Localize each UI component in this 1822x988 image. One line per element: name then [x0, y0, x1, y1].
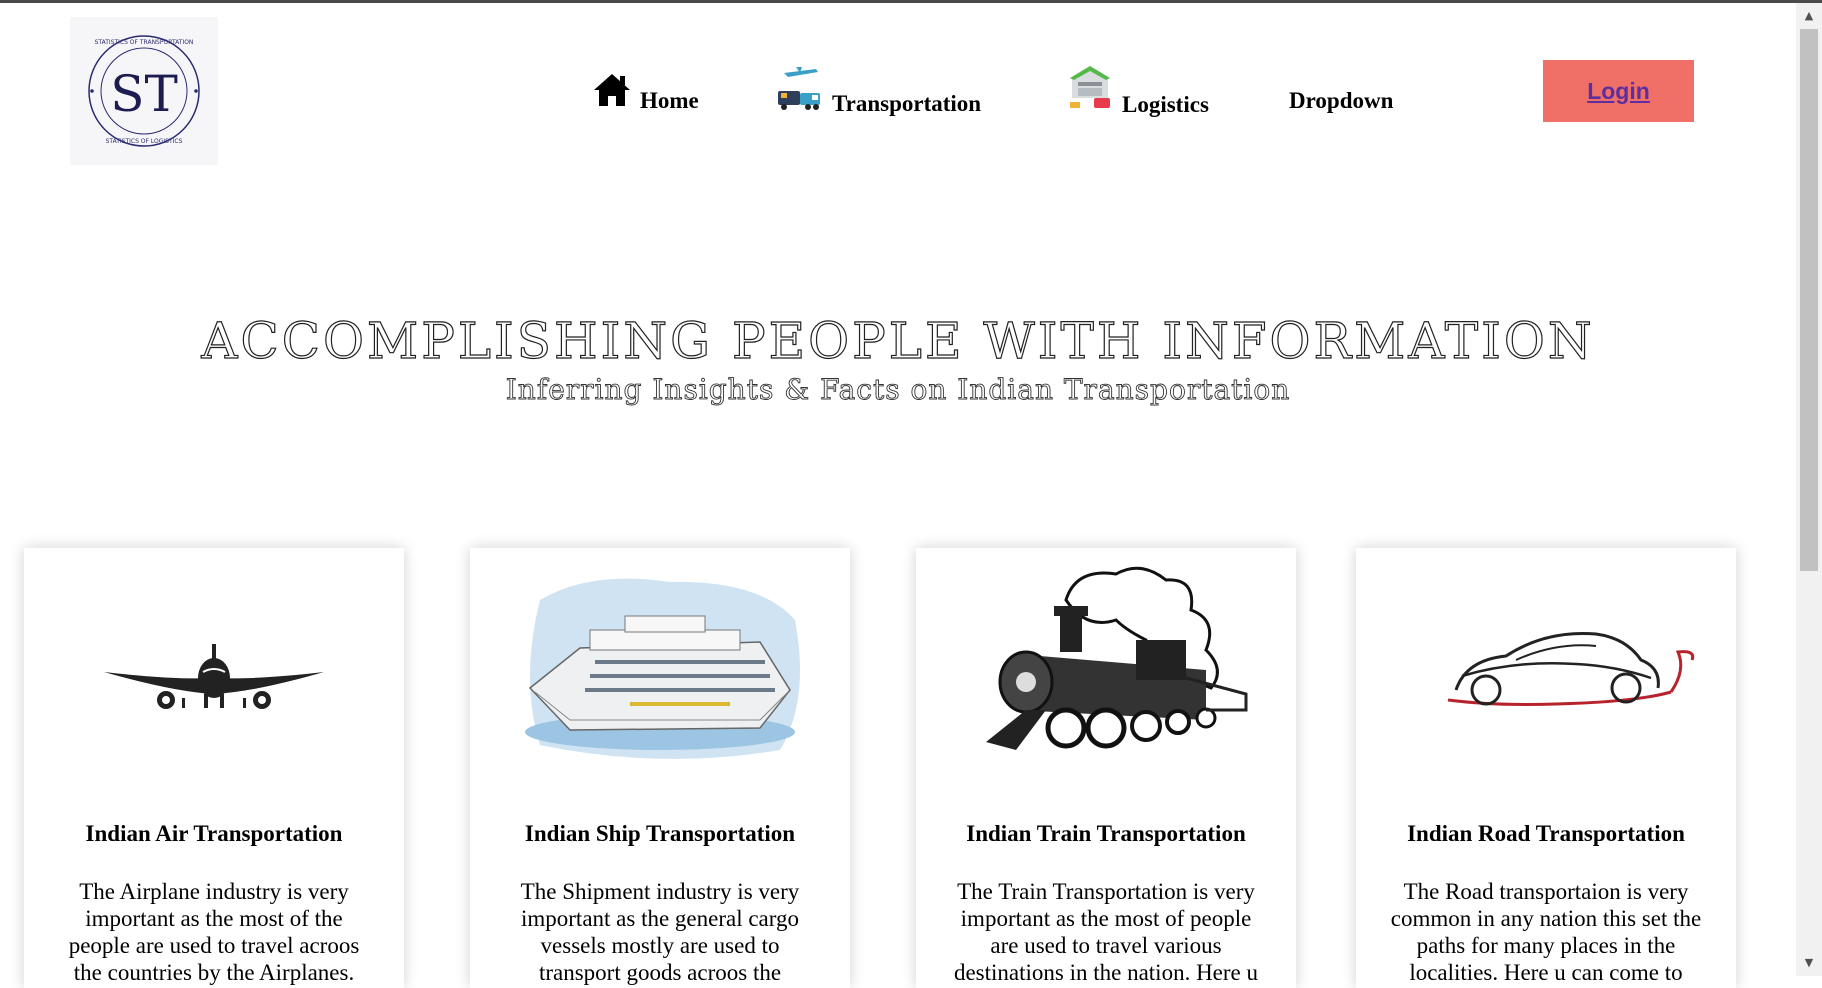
login-button[interactable]: Login	[1543, 60, 1694, 122]
logo-letters: ST	[110, 65, 178, 123]
warehouse-icon	[1068, 64, 1114, 118]
card-title: Indian Ship Transportation	[524, 821, 796, 846]
card-train-transportation[interactable]: Indian Train Transportation The Train Tr…	[916, 548, 1296, 988]
card-title: Indian Air Transportation	[85, 821, 343, 846]
scrollbar-thumb[interactable]	[1800, 29, 1818, 571]
airplane-icon	[64, 560, 364, 785]
nav-transportation-label: Transportation	[832, 91, 982, 116]
nav-dropdown-label: Dropdown	[1289, 88, 1394, 113]
nav-home-label: Home	[640, 88, 699, 113]
cruise-ship-icon	[510, 560, 810, 785]
card-road-transportation[interactable]: Indian Road Transportation The Road tran…	[1356, 548, 1736, 988]
nav-logistics-label: Logistics	[1122, 92, 1209, 117]
st-logo-icon: STATISTICS OF TRANSPORTATION STATISTICS …	[88, 35, 200, 147]
logo-ring-text-bottom: STATISTICS OF LOGISTICS	[106, 138, 183, 145]
logo-ring-text-top: STATISTICS OF TRANSPORTATION	[95, 39, 194, 46]
sports-car-icon	[1396, 560, 1696, 785]
card-description: The Airplane industry is very important …	[68, 879, 360, 985]
card-description: The Road transportaion is very common in…	[1390, 879, 1702, 985]
card-title: Indian Road Transportation	[1407, 821, 1685, 846]
window-top-border	[0, 0, 1822, 3]
card-air-transportation[interactable]: Indian Air Transportation The Airplane i…	[24, 548, 404, 988]
hero-title: ACCOMPLISHING PEOPLE WITH INFORMATION	[201, 311, 1595, 370]
card-description: The Shipment industry is very important …	[520, 879, 800, 985]
site-logo[interactable]: STATISTICS OF TRANSPORTATION STATISTICS …	[70, 17, 218, 165]
hero-subtitle: Inferring Insights & Facts on Indian Tra…	[505, 373, 1291, 407]
nav-transportation[interactable]: Transportation	[776, 63, 981, 117]
card-ship-transportation[interactable]: Indian Ship Transportation The Shipment …	[470, 548, 850, 988]
card-description: The Train Transportation is very importa…	[953, 879, 1259, 985]
steam-train-icon	[956, 560, 1256, 785]
scroll-down-arrow-icon[interactable]: ▼	[1796, 950, 1822, 976]
nav-logistics[interactable]: Logistics	[1068, 64, 1209, 118]
scroll-up-arrow-icon[interactable]: ▲	[1796, 3, 1822, 29]
vertical-scrollbar[interactable]: ▲ ▼	[1796, 3, 1822, 976]
transport-icon	[776, 63, 824, 117]
nav-home[interactable]: Home	[592, 72, 699, 114]
card-title: Indian Train Transportation	[966, 821, 1246, 846]
home-icon	[592, 72, 632, 114]
nav-dropdown[interactable]: Dropdown	[1289, 88, 1393, 114]
